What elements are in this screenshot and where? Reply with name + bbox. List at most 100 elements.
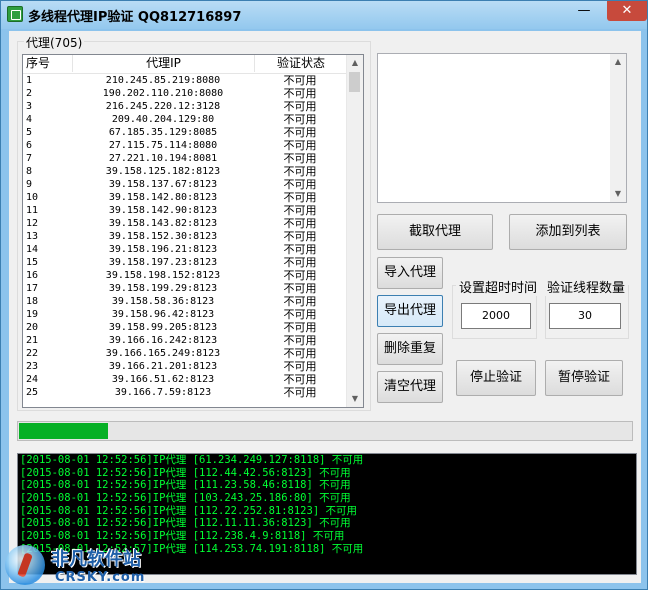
proxy-rows: 1 210.245.85.219:8080 不可用 2 190.202.110.210:…	[23, 74, 347, 399]
table-row[interactable]: 18 39.158.58.36:8123 不可用	[23, 295, 347, 308]
table-row[interactable]: 4 209.40.204.129:80 不可用	[23, 113, 347, 126]
minimize-button[interactable]: —	[571, 1, 597, 21]
row-proxy-ip: 39.158.96.42:8123	[111, 309, 215, 320]
title-bar[interactable]: 多线程代理IP验证 QQ812716897 — ✕	[1, 1, 647, 29]
window-title: 多线程代理IP验证 QQ812716897	[28, 10, 242, 25]
row-index: 6	[26, 140, 33, 151]
scroll-up-icon[interactable]: ▲	[347, 55, 363, 71]
table-row[interactable]: 7 27.221.10.194:8081 不可用	[23, 152, 347, 165]
table-row[interactable]: 22 39.166.165.249:8123 不可用	[23, 347, 347, 360]
proxy-list-scrollbar[interactable]: ▲ ▼	[346, 55, 363, 407]
row-status: 不可用	[283, 178, 317, 191]
watermark-en: CRSKY.com	[55, 570, 146, 585]
thread-count-input[interactable]: 30	[549, 303, 621, 329]
row-proxy-ip: 39.158.125.182:8123	[105, 166, 221, 177]
table-row[interactable]: 19 39.158.96.42:8123 不可用	[23, 308, 347, 321]
table-row[interactable]: 20 39.158.99.205:8123 不可用	[23, 321, 347, 334]
thread-count-section: 验证线程数量 30	[544, 277, 629, 339]
clear-proxy-button[interactable]: 清空代理	[377, 371, 443, 403]
log-line: [2015-08-01 12:52:56]IP代理 [111.23.58.46:…	[20, 479, 351, 492]
row-status: 不可用	[283, 139, 317, 152]
table-row[interactable]: 17 39.158.199.29:8123 不可用	[23, 282, 347, 295]
row-proxy-ip: 39.158.152.30:8123	[108, 231, 218, 242]
row-status: 不可用	[283, 74, 317, 87]
textarea-scrollbar[interactable]: ▲ ▼	[610, 54, 626, 202]
table-row[interactable]: 13 39.158.152.30:8123 不可用	[23, 230, 347, 243]
watermark: 非凡软件站 CRSKY.com	[5, 541, 165, 589]
column-header-index[interactable]: 序号	[23, 55, 73, 72]
table-row[interactable]: 6 27.115.75.114:8080 不可用	[23, 139, 347, 152]
table-row[interactable]: 21 39.166.16.242:8123 不可用	[23, 334, 347, 347]
export-proxy-button[interactable]: 导出代理	[377, 295, 443, 327]
row-index: 15	[26, 257, 39, 268]
table-row[interactable]: 24 39.166.51.62:8123 不可用	[23, 373, 347, 386]
row-index: 11	[26, 205, 39, 216]
row-status: 不可用	[283, 347, 317, 360]
row-proxy-ip: 39.158.143.82:8123	[108, 218, 218, 229]
row-proxy-ip: 190.202.110.210:8080	[102, 88, 224, 99]
proxy-list[interactable]: 序号 代理IP 验证状态 1 210.245.85.219:8080 不可用 2 190…	[22, 54, 364, 408]
log-line: [2015-08-01 12:52:56]IP代理 [112.11.11.36:…	[20, 517, 351, 530]
row-index: 13	[26, 231, 39, 242]
scroll-thumb[interactable]	[349, 72, 360, 92]
log-line: [2015-08-01 12:52:56]IP代理 [61.234.249.12…	[20, 454, 364, 466]
close-button[interactable]: ✕	[607, 1, 647, 21]
table-row[interactable]: 8 39.158.125.182:8123 不可用	[23, 165, 347, 178]
table-row[interactable]: 15 39.158.197.23:8123 不可用	[23, 256, 347, 269]
row-index: 12	[26, 218, 39, 229]
row-status: 不可用	[283, 282, 317, 295]
import-proxy-button[interactable]: 导入代理	[377, 257, 443, 289]
row-proxy-ip: 27.115.75.114:8080	[108, 140, 218, 151]
table-row[interactable]: 3 216.245.220.12:3128 不可用	[23, 100, 347, 113]
row-proxy-ip: 27.221.10.194:8081	[108, 153, 218, 164]
row-index: 3	[26, 101, 33, 112]
row-proxy-ip: 39.166.7.59:8123	[114, 387, 212, 398]
table-row[interactable]: 25 39.166.7.59:8123 不可用	[23, 386, 347, 399]
row-proxy-ip: 39.158.142.90:8123	[108, 205, 218, 216]
fetch-proxy-button[interactable]: 截取代理	[377, 214, 493, 250]
stop-verify-button[interactable]: 停止验证	[456, 360, 536, 396]
row-status: 不可用	[283, 191, 317, 204]
timeout-input[interactable]: 2000	[461, 303, 531, 329]
row-status: 不可用	[283, 204, 317, 217]
row-proxy-ip: 39.166.165.249:8123	[105, 348, 221, 359]
row-status: 不可用	[283, 295, 317, 308]
column-header-status[interactable]: 验证状态	[255, 55, 347, 72]
row-status: 不可用	[283, 334, 317, 347]
table-row[interactable]: 9 39.158.137.67:8123 不可用	[23, 178, 347, 191]
scroll-down-icon[interactable]: ▼	[347, 391, 363, 407]
log-line: [2015-08-01 12:52:56]IP代理 [112.22.252.81…	[20, 504, 357, 517]
remove-duplicates-button[interactable]: 删除重复	[377, 333, 443, 365]
table-row[interactable]: 23 39.166.21.201:8123 不可用	[23, 360, 347, 373]
row-status: 不可用	[283, 230, 317, 243]
row-status: 不可用	[283, 100, 317, 113]
progress-fill	[19, 423, 108, 439]
app-icon	[7, 6, 23, 22]
table-row[interactable]: 5 67.185.35.129:8085 不可用	[23, 126, 347, 139]
row-index: 24	[26, 374, 39, 385]
table-row[interactable]: 14 39.158.196.21:8123 不可用	[23, 243, 347, 256]
row-status: 不可用	[283, 87, 317, 100]
pause-verify-button[interactable]: 暂停验证	[545, 360, 623, 396]
row-status: 不可用	[283, 243, 317, 256]
scroll-up-icon[interactable]: ▲	[610, 54, 626, 70]
row-status: 不可用	[283, 126, 317, 139]
row-index: 23	[26, 361, 39, 372]
row-status: 不可用	[283, 373, 317, 386]
proxy-paste-textarea[interactable]: ▲ ▼	[377, 53, 627, 203]
add-to-list-button[interactable]: 添加到列表	[509, 214, 627, 250]
scroll-down-icon[interactable]: ▼	[610, 186, 626, 202]
row-index: 16	[26, 270, 39, 281]
column-header-ip[interactable]: 代理IP	[73, 55, 255, 72]
row-proxy-ip: 39.158.197.23:8123	[108, 257, 218, 268]
table-row[interactable]: 2 190.202.110.210:8080 不可用	[23, 87, 347, 100]
row-proxy-ip: 39.166.16.242:8123	[108, 335, 218, 346]
table-row[interactable]: 16 39.158.198.152:8123 不可用	[23, 269, 347, 282]
table-row[interactable]: 10 39.158.142.80:8123 不可用	[23, 191, 347, 204]
row-status: 不可用	[283, 256, 317, 269]
table-row[interactable]: 12 39.158.143.82:8123 不可用	[23, 217, 347, 230]
row-index: 4	[26, 114, 33, 125]
table-row[interactable]: 1 210.245.85.219:8080 不可用	[23, 74, 347, 87]
row-proxy-ip: 210.245.85.219:8080	[105, 75, 221, 86]
table-row[interactable]: 11 39.158.142.90:8123 不可用	[23, 204, 347, 217]
